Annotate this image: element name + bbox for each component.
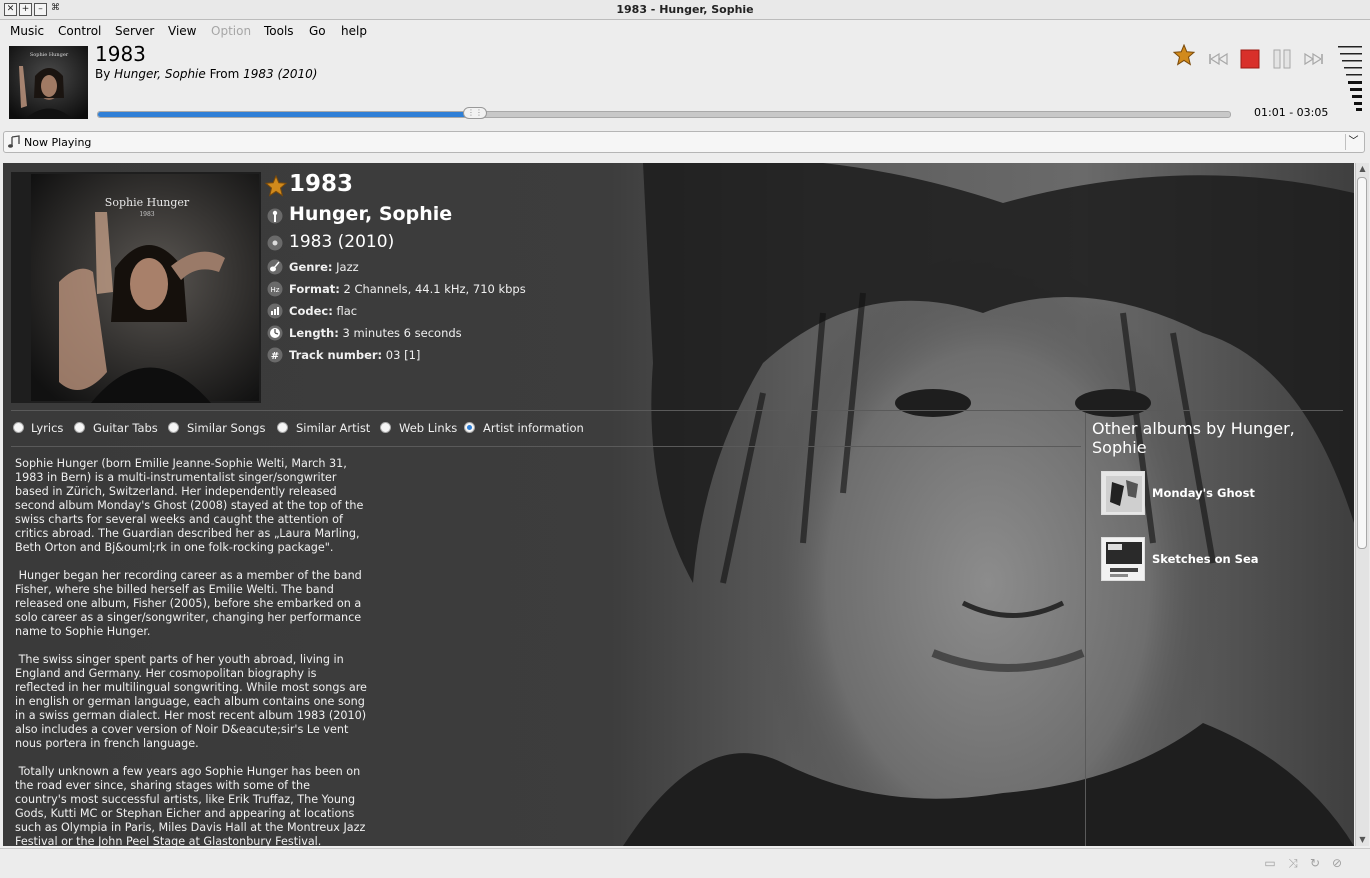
album-disc-icon	[267, 235, 283, 251]
consume-icon[interactable]: ⊘	[1329, 856, 1345, 870]
track-subtitle: By Hunger, Sophie From 1983 (2010)	[95, 67, 317, 81]
from-label: From	[209, 67, 240, 81]
divider	[11, 410, 1343, 411]
next-track-icon[interactable]	[1303, 48, 1325, 70]
menu-server[interactable]: Server	[115, 24, 154, 38]
album-thumb-mondays-ghost[interactable]	[1101, 471, 1145, 515]
tab-similar-artist[interactable]: Similar Artist	[296, 421, 370, 435]
svg-text:Sophie Hunger: Sophie Hunger	[30, 52, 69, 58]
tabs-divider	[11, 446, 1081, 447]
artist-biography: Sophie Hunger (born Emilie Jeanne-Sophie…	[15, 457, 367, 846]
page-selector-dropdown[interactable]: Now Playing ﹀	[3, 131, 1365, 153]
clock-icon	[267, 325, 283, 341]
chevron-down-icon[interactable]: ﹀	[1345, 134, 1361, 150]
repeat-icon[interactable]: ▭	[1262, 856, 1278, 870]
tab-lyrics[interactable]: Lyrics	[31, 421, 63, 435]
menu-view[interactable]: View	[168, 24, 196, 38]
track-number-row: Track number: 03 [1]	[289, 348, 420, 362]
page-selector-label: Now Playing	[24, 136, 92, 149]
genre-value: Jazz	[336, 260, 359, 274]
window-title: 1983 - Hunger, Sophie	[616, 3, 754, 16]
menu-option: Option	[211, 24, 252, 38]
tab-web-links[interactable]: Web Links	[399, 421, 457, 435]
codec-value: flac	[336, 304, 358, 318]
seek-bar[interactable]: ⋮⋮	[97, 107, 1231, 119]
radio-guitar-tabs[interactable]	[74, 422, 85, 433]
shuffle-icon[interactable]: ⤨	[1285, 856, 1301, 870]
format-label: Format:	[289, 282, 340, 296]
hz-icon: Hz	[267, 281, 283, 297]
menubar: Music Control Server View Option Tools G…	[0, 20, 1370, 41]
track-artist[interactable]: Hunger, Sophie	[114, 67, 206, 81]
codec-label: Codec:	[289, 304, 333, 318]
pause-icon[interactable]	[1271, 48, 1293, 70]
column-divider	[1085, 413, 1086, 846]
radio-similar-artist[interactable]	[277, 422, 288, 433]
previous-track-icon[interactable]	[1207, 48, 1229, 70]
song-album[interactable]: 1983 (2010)	[289, 232, 394, 252]
scroll-down-icon[interactable]: ▼	[1356, 834, 1369, 846]
menu-control[interactable]: Control	[58, 24, 101, 38]
genre-label: Genre:	[289, 260, 333, 274]
rate-star-icon[interactable]	[1172, 43, 1196, 66]
codec-row: Codec: flac	[289, 304, 357, 318]
stop-icon[interactable]	[1239, 48, 1261, 70]
album-cover-thumbnail[interactable]: Sophie Hunger	[9, 46, 88, 119]
menu-music[interactable]: Music	[10, 24, 44, 38]
track-number-value: 03 [1]	[385, 348, 421, 362]
radio-lyrics[interactable]	[13, 422, 24, 433]
menu-help[interactable]: help	[341, 24, 367, 38]
volume-icon[interactable]	[1336, 44, 1364, 116]
album-link-mondays-ghost[interactable]: Monday's Ghost	[1152, 486, 1255, 500]
radio-web-links[interactable]	[380, 422, 391, 433]
album-cover-large[interactable]: Sophie Hunger 1983	[11, 172, 261, 403]
svg-text:#: #	[271, 351, 279, 362]
track-title: 1983	[95, 42, 146, 66]
track-album[interactable]: 1983 (2010)	[243, 67, 317, 81]
cover-album-caption: 1983	[139, 211, 154, 218]
by-label: By	[95, 67, 111, 81]
now-playing-panel: Sophie Hunger 1983 1983 Hunger, Sophie 1…	[3, 163, 1354, 846]
radio-artist-information[interactable]	[464, 422, 475, 433]
song-artist[interactable]: Hunger, Sophie	[289, 203, 452, 225]
cover-artist-caption: Sophie Hunger	[105, 196, 190, 209]
track-number-label: Track number:	[289, 348, 383, 362]
album-link-sketches-on-sea[interactable]: Sketches on Sea	[1152, 552, 1259, 566]
format-value: 2 Channels, 44.1 kHz, 710 kbps	[343, 282, 526, 296]
other-albums-heading: Other albums by Hunger, Sophie	[1092, 419, 1295, 457]
length-label: Length:	[289, 326, 339, 340]
scrollbar-thumb[interactable]	[1357, 177, 1367, 549]
tab-artist-information[interactable]: Artist information	[483, 421, 584, 435]
album-thumb-sketches-on-sea[interactable]	[1101, 537, 1145, 581]
statusbar: ▭ ⤨ ↻ ⊘	[0, 848, 1370, 878]
genre-row: Genre: Jazz	[289, 260, 359, 274]
seek-bar-fill	[98, 112, 475, 117]
window-titlebar: ✕ + – ⌘ 1983 - Hunger, Sophie	[0, 0, 1370, 20]
scroll-up-icon[interactable]: ▲	[1356, 163, 1369, 175]
music-note-icon	[7, 135, 21, 152]
hash-icon: #	[267, 347, 283, 363]
rating-star-icon[interactable]	[264, 174, 288, 197]
guitar-icon	[267, 259, 283, 275]
tab-similar-songs[interactable]: Similar Songs	[187, 421, 265, 435]
codec-icon	[267, 303, 283, 319]
format-row: Format: 2 Channels, 44.1 kHz, 710 kbps	[289, 282, 526, 296]
length-row: Length: 3 minutes 6 seconds	[289, 326, 462, 340]
svg-text:Hz: Hz	[271, 286, 280, 294]
single-icon[interactable]: ↻	[1307, 856, 1323, 870]
artist-icon	[267, 208, 283, 224]
menu-tools[interactable]: Tools	[264, 24, 294, 38]
length-value: 3 minutes 6 seconds	[342, 326, 462, 340]
song-title: 1983	[289, 171, 354, 197]
menu-go[interactable]: Go	[309, 24, 326, 38]
tab-guitar-tabs[interactable]: Guitar Tabs	[93, 421, 158, 435]
radio-similar-songs[interactable]	[168, 422, 179, 433]
seek-handle[interactable]: ⋮⋮	[462, 107, 487, 119]
vertical-scrollbar[interactable]: ▲ ▼	[1355, 163, 1369, 846]
time-display: 01:01 - 03:05	[1254, 106, 1329, 119]
